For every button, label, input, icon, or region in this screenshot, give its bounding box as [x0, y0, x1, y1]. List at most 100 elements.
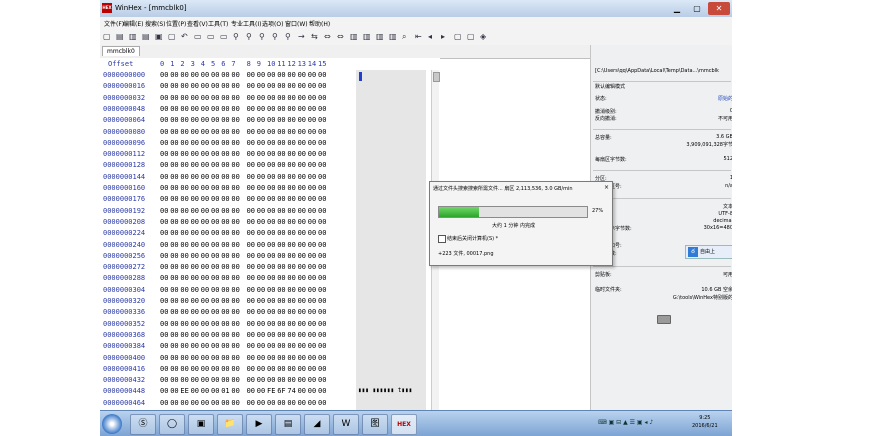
hex-byte[interactable]: 00	[231, 376, 239, 384]
hex-byte[interactable]: 00	[221, 195, 229, 203]
hex-byte[interactable]: 00	[247, 331, 255, 339]
hex-byte[interactable]: 00	[287, 342, 295, 350]
hex-byte[interactable]: 00	[267, 308, 275, 316]
hex-byte[interactable]: 00	[170, 297, 178, 305]
hex-byte[interactable]: 00	[247, 252, 255, 260]
close-icon[interactable]: ✕	[708, 2, 730, 15]
hex-byte[interactable]: 00	[170, 308, 178, 316]
hex-byte[interactable]: 00	[221, 263, 229, 271]
hex-byte[interactable]: 00	[231, 342, 239, 350]
hex-byte[interactable]: 00	[201, 105, 209, 113]
hex-byte[interactable]: 00	[211, 128, 219, 136]
hex-byte[interactable]: 00	[318, 229, 326, 237]
hex-byte[interactable]: 00	[257, 308, 265, 316]
hex-byte[interactable]: 00	[180, 274, 188, 282]
hex-byte[interactable]: 00	[257, 399, 265, 407]
hex-byte[interactable]: 00	[231, 94, 239, 102]
toolbar-button-icon[interactable]: ▥	[363, 31, 371, 43]
hex-byte[interactable]: 00	[267, 105, 275, 113]
hex-byte[interactable]: 00	[201, 297, 209, 305]
hex-byte[interactable]: 00	[211, 320, 219, 328]
hex-byte[interactable]: 00	[211, 376, 219, 384]
hex-byte[interactable]: 00	[298, 195, 306, 203]
hex-byte[interactable]: 00	[247, 286, 255, 294]
hex-byte[interactable]: 00	[201, 274, 209, 282]
hex-byte[interactable]: 00	[201, 331, 209, 339]
hex-byte[interactable]: 00	[231, 286, 239, 294]
hex-byte[interactable]: 00	[318, 252, 326, 260]
hex-byte[interactable]: 00	[160, 105, 168, 113]
hex-byte[interactable]: 00	[211, 263, 219, 271]
hex-byte[interactable]: 00	[191, 71, 199, 79]
hex-byte[interactable]: 00	[191, 218, 199, 226]
hex-byte[interactable]: 00	[267, 399, 275, 407]
hex-byte[interactable]: 00	[267, 207, 275, 215]
hex-byte[interactable]: 00	[221, 116, 229, 124]
hex-byte[interactable]: 00	[221, 308, 229, 316]
hex-byte[interactable]: 00	[201, 387, 209, 395]
hex-byte[interactable]: 00	[318, 139, 326, 147]
hex-byte[interactable]: 00	[191, 387, 199, 395]
hex-byte[interactable]: 00	[231, 320, 239, 328]
hex-byte[interactable]: 00	[247, 82, 255, 90]
hex-byte[interactable]: 00	[211, 207, 219, 215]
hex-byte[interactable]: 00	[287, 274, 295, 282]
hex-byte[interactable]: 00	[221, 173, 229, 181]
hex-byte[interactable]: 00	[221, 376, 229, 384]
hex-byte[interactable]: 00	[191, 139, 199, 147]
hex-byte[interactable]: 00	[277, 376, 285, 384]
hex-byte[interactable]: 00	[257, 297, 265, 305]
hex-byte[interactable]: 00	[211, 116, 219, 124]
taskbar-app-icon[interactable]: 📁	[217, 414, 243, 435]
hex-byte[interactable]: 00	[160, 331, 168, 339]
hex-byte[interactable]: 00	[308, 263, 316, 271]
hex-byte[interactable]: 00	[170, 161, 178, 169]
hex-byte[interactable]: 00	[267, 320, 275, 328]
hex-byte[interactable]: 00	[231, 229, 239, 237]
hex-byte[interactable]: 00	[277, 263, 285, 271]
hex-byte[interactable]: 00	[277, 184, 285, 192]
hex-byte[interactable]: 00	[298, 229, 306, 237]
hex-byte[interactable]: 00	[257, 218, 265, 226]
hex-byte[interactable]: 00	[180, 308, 188, 316]
hex-byte[interactable]: 00	[221, 128, 229, 136]
hex-byte[interactable]: 00	[201, 263, 209, 271]
hex-byte[interactable]: 00	[318, 82, 326, 90]
hex-byte[interactable]: 00	[298, 376, 306, 384]
hex-byte[interactable]: 00	[180, 207, 188, 215]
hex-byte[interactable]: 00	[298, 218, 306, 226]
hex-byte[interactable]: 00	[231, 207, 239, 215]
hex-byte[interactable]: 00	[211, 354, 219, 362]
hex-byte[interactable]: 00	[160, 195, 168, 203]
hex-byte[interactable]: 00	[267, 150, 275, 158]
hex-byte[interactable]: 00	[318, 320, 326, 328]
hex-byte[interactable]: 00	[287, 365, 295, 373]
hex-byte[interactable]: 00	[211, 173, 219, 181]
hex-byte[interactable]: 00	[201, 218, 209, 226]
hex-byte[interactable]: 00	[287, 94, 295, 102]
hex-byte[interactable]: 00	[318, 331, 326, 339]
hex-byte[interactable]: 00	[180, 71, 188, 79]
toolbar-button-icon[interactable]: ⚲	[233, 31, 239, 43]
menu-item[interactable]: 文件(F)	[104, 19, 124, 28]
start-button[interactable]	[102, 414, 122, 434]
hex-byte[interactable]: 00	[201, 173, 209, 181]
toolbar-button-icon[interactable]: ▤	[116, 31, 124, 43]
hex-byte[interactable]: 00	[180, 173, 188, 181]
hex-byte[interactable]: 00	[191, 399, 199, 407]
hex-byte[interactable]: 00	[180, 331, 188, 339]
hex-byte[interactable]: 00	[160, 274, 168, 282]
hex-byte[interactable]: 00	[318, 286, 326, 294]
hex-byte[interactable]: 00	[318, 195, 326, 203]
hex-byte[interactable]: 00	[298, 263, 306, 271]
hex-byte[interactable]: 00	[247, 161, 255, 169]
toolbar-button-icon[interactable]: ▢	[454, 31, 462, 43]
hex-byte[interactable]: 00	[211, 286, 219, 294]
hex-byte[interactable]: 00	[257, 161, 265, 169]
hex-byte[interactable]: 00	[211, 241, 219, 249]
hex-byte[interactable]: 00	[201, 207, 209, 215]
hex-byte[interactable]: 00	[308, 274, 316, 282]
toolbar-button-icon[interactable]: ▢	[467, 31, 475, 43]
hex-byte[interactable]: 00	[191, 105, 199, 113]
hex-byte[interactable]: 00	[180, 82, 188, 90]
